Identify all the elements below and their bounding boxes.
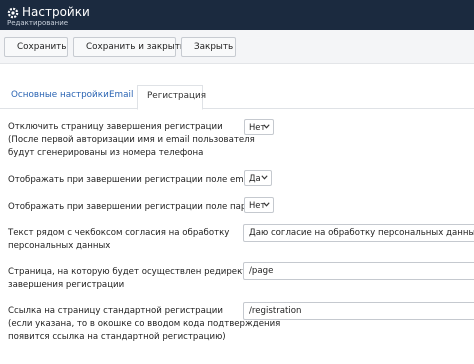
save-button[interactable]: Сохранить <box>4 37 68 57</box>
select-value: Да <box>249 173 261 183</box>
toolbar: Сохранить Сохранить и закрыть Закрыть <box>0 30 474 64</box>
tab-registration[interactable]: Регистрация <box>137 85 206 110</box>
page-title: Настройки <box>22 5 90 19</box>
field-label-line: Ссылка на страницу стандартной регистрац… <box>8 306 223 316</box>
field-label-line: будут сгенерированы из номера телефона <box>8 148 204 158</box>
redirect-page-input[interactable]: /page <box>243 262 474 280</box>
field-label-line: Отображать при завершении регистрации по… <box>8 175 254 185</box>
tab-general-settings[interactable]: Основные настройки <box>11 87 109 109</box>
show-password-select[interactable]: Нет <box>244 197 274 213</box>
field-label-standard-registration-link: Ссылка на страницу стандартной регистрац… <box>8 305 280 344</box>
field-label-line: Отображать при завершении регистрации по… <box>8 202 263 212</box>
field-label-disable-completion-page: Отключить страницу завершения регистраци… <box>8 121 255 160</box>
chevron-down-icon <box>261 175 268 180</box>
field-label-line: Страница, на которую будет осуществлен р… <box>8 267 277 277</box>
field-label-line: (После первой авторизации имя и email по… <box>8 135 255 145</box>
field-label-line: Отключить страницу завершения регистраци… <box>8 122 223 132</box>
save-and-close-label: Сохранить и закрыть <box>86 42 186 52</box>
chevron-down-icon <box>263 202 270 207</box>
consent-text-input[interactable]: Даю согласие на обработку персональных д… <box>243 224 474 242</box>
tab-email[interactable]: Email <box>109 87 133 109</box>
app-header: Настройки Редактирование <box>0 0 474 30</box>
gear-icon <box>7 7 19 19</box>
field-label-line: завершения регистрации <box>8 280 125 290</box>
field-label-line: (если указана, то в окошке со вводом код… <box>8 319 281 329</box>
field-label-redirect-page: Страница, на которую будет осуществлен р… <box>8 266 276 292</box>
page-subtitle: Редактирование <box>7 19 69 27</box>
field-label-line: персональных данных <box>8 241 111 251</box>
show-email-select[interactable]: Да <box>244 170 272 186</box>
tab-bar: Основные настройки Email Регистрация <box>0 83 474 110</box>
field-label-line: появится ссылка на стандартной регистрац… <box>8 332 226 342</box>
save-button-label: Сохранить <box>17 42 67 52</box>
close-button-label: Закрыть <box>194 42 234 52</box>
close-button[interactable]: Закрыть <box>181 37 236 57</box>
field-label-show-password: Отображать при завершении регистрации по… <box>8 201 262 214</box>
standard-registration-link-input[interactable]: /registration <box>243 302 474 320</box>
field-label-show-email: Отображать при завершении регистрации по… <box>8 174 254 187</box>
field-label-consent-text: Текст рядом с чекбоксом согласия на обра… <box>8 227 229 253</box>
chevron-down-icon <box>263 124 270 129</box>
field-label-line: Текст рядом с чекбоксом согласия на обра… <box>8 228 230 238</box>
disable-completion-page-select[interactable]: Нет <box>244 119 274 135</box>
save-and-close-button[interactable]: Сохранить и закрыть <box>73 37 185 57</box>
